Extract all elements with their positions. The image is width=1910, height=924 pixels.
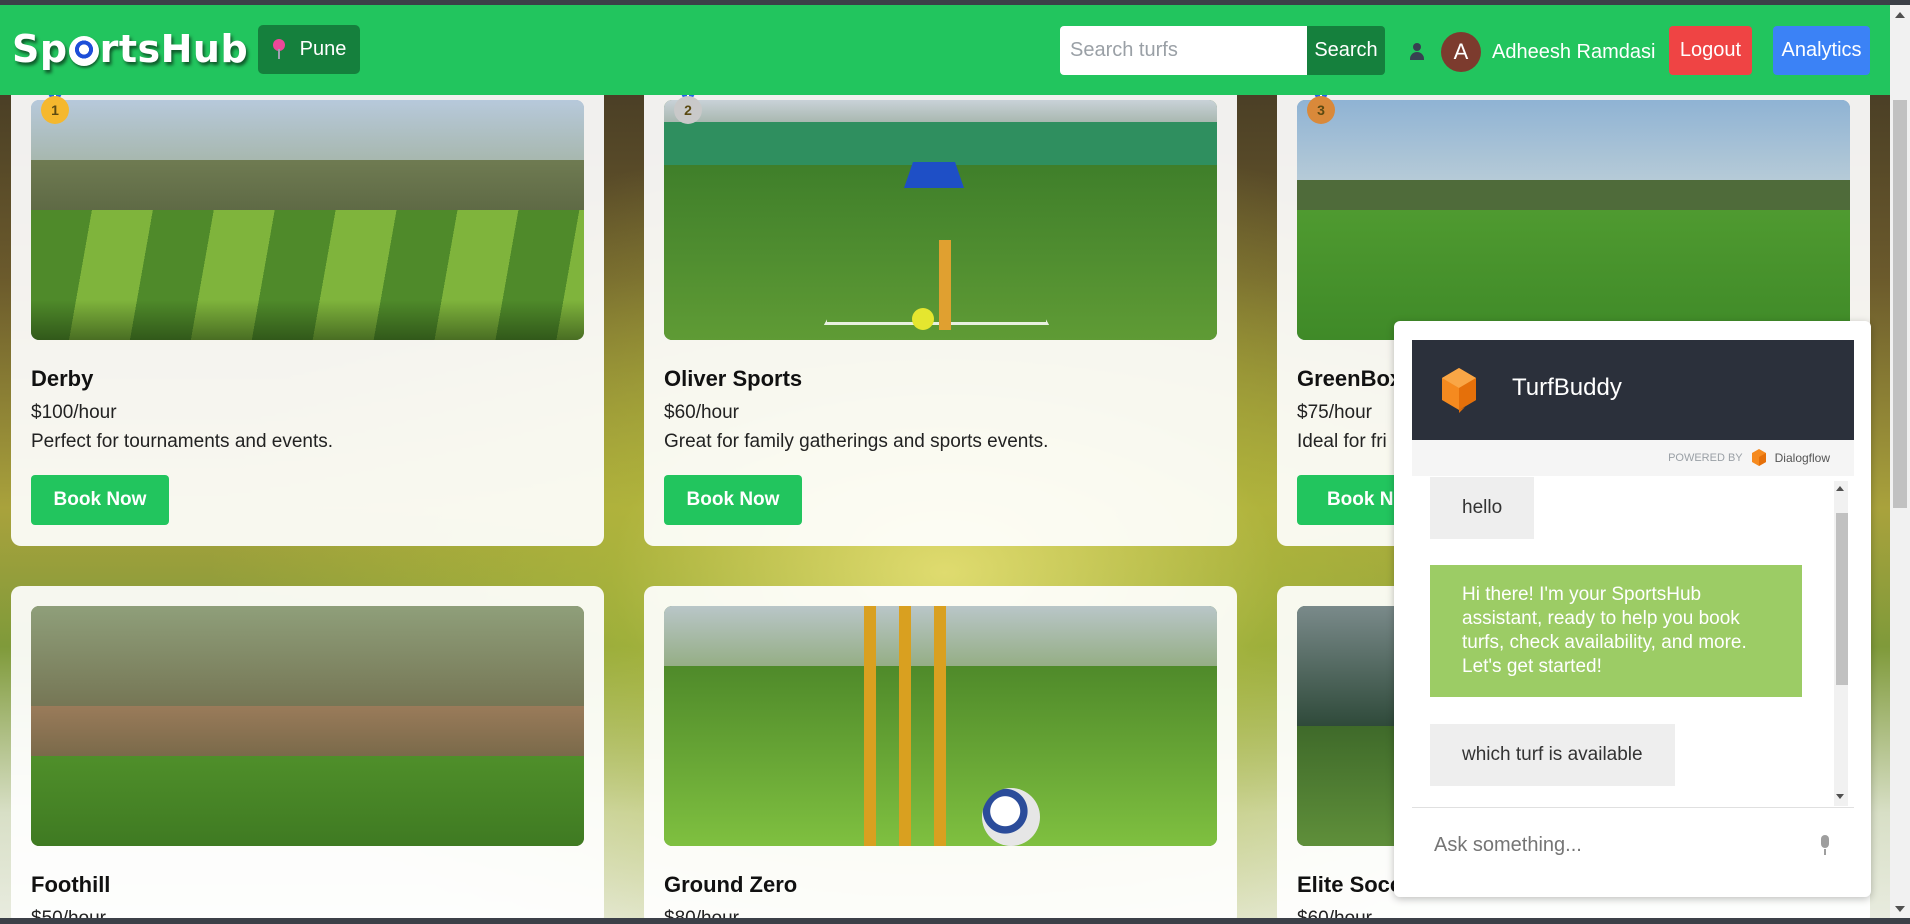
book-now-button[interactable]: Book Now bbox=[664, 475, 802, 525]
soccer-ball-icon bbox=[68, 36, 99, 66]
dialogflow-logo-icon bbox=[1442, 368, 1476, 413]
window-bottom-border bbox=[0, 918, 1910, 924]
scroll-up-arrow-icon[interactable] bbox=[1895, 12, 1905, 18]
turf-description: Ideal for fri bbox=[1297, 431, 1387, 452]
chat-messages: hello Hi there! I'm your SportsHub assis… bbox=[1412, 477, 1854, 807]
turf-description: Great for family gatherings and sports e… bbox=[664, 431, 1049, 452]
user-message: which turf is available bbox=[1430, 724, 1675, 786]
city-selector-button[interactable]: Pune bbox=[258, 25, 360, 74]
chat-header: TurfBuddy bbox=[1412, 340, 1854, 440]
chat-scroll-down-icon[interactable] bbox=[1836, 794, 1844, 799]
bot-message: Hi there! I'm your SportsHub assistant, … bbox=[1430, 565, 1802, 697]
chat-title: TurfBuddy bbox=[1512, 374, 1622, 401]
book-now-button[interactable]: Book Now bbox=[31, 475, 169, 525]
page-scrollbar-thumb[interactable] bbox=[1893, 100, 1907, 508]
turf-description: Perfect for tournaments and events. bbox=[31, 431, 334, 452]
search-input[interactable] bbox=[1060, 26, 1307, 75]
turf-card: 2 Oliver Sports $60/hour Great for famil… bbox=[644, 80, 1237, 546]
turf-name: Elite Socc bbox=[1297, 872, 1403, 897]
turf-card: Foothill $50/hour bbox=[11, 586, 604, 924]
turf-price: $100/hour bbox=[31, 402, 117, 423]
turf-name: Ground Zero bbox=[664, 872, 798, 897]
turf-name: Oliver Sports bbox=[664, 366, 803, 391]
avatar[interactable]: A bbox=[1441, 32, 1481, 72]
username-label[interactable]: Adheesh Ramdasi bbox=[1492, 41, 1655, 64]
window-top-border bbox=[0, 0, 1910, 5]
chat-input[interactable] bbox=[1412, 813, 1812, 877]
search-button[interactable]: Search bbox=[1307, 26, 1385, 75]
turf-name: Derby bbox=[31, 366, 94, 391]
chat-divider bbox=[1412, 807, 1854, 808]
chat-scrollbar-thumb[interactable] bbox=[1836, 513, 1848, 685]
scroll-down-arrow-icon[interactable] bbox=[1895, 906, 1905, 912]
analytics-button[interactable]: Analytics bbox=[1773, 26, 1870, 75]
turf-name: GreenBox bbox=[1297, 366, 1403, 391]
brand-logo[interactable]: Sp rtsHub bbox=[12, 27, 248, 71]
turf-card: Ground Zero $80/hour bbox=[644, 586, 1237, 924]
turf-image bbox=[1297, 100, 1850, 340]
location-pin-icon bbox=[272, 38, 286, 61]
turf-name: Foothill bbox=[31, 872, 111, 897]
user-icon bbox=[1409, 43, 1425, 61]
turf-image bbox=[31, 606, 584, 846]
turf-card: 1 Derby $100/hour Perfect for tournament… bbox=[11, 80, 604, 546]
turf-price: $60/hour bbox=[664, 402, 740, 423]
turf-image bbox=[664, 100, 1217, 340]
powered-by-label: POWERED BY bbox=[1668, 452, 1743, 464]
chat-scroll-up-icon[interactable] bbox=[1836, 486, 1844, 491]
powered-by-bar: POWERED BY Dialogflow bbox=[1412, 440, 1854, 476]
microphone-icon[interactable] bbox=[1818, 835, 1832, 857]
turf-image bbox=[664, 606, 1217, 846]
user-message: hello bbox=[1430, 477, 1535, 539]
turf-image bbox=[31, 100, 584, 340]
logout-button[interactable]: Logout bbox=[1669, 26, 1752, 75]
provider-name: Dialogflow bbox=[1774, 451, 1830, 465]
chat-widget: TurfBuddy POWERED BY Dialogflow hello Hi… bbox=[1394, 321, 1871, 897]
turf-price: $75/hour bbox=[1297, 402, 1373, 423]
navbar: SprtsHub Pune Search A Adheesh Ramdasi L… bbox=[0, 5, 1890, 95]
city-label: Pune bbox=[299, 38, 347, 60]
dialogflow-small-icon bbox=[1751, 449, 1766, 466]
